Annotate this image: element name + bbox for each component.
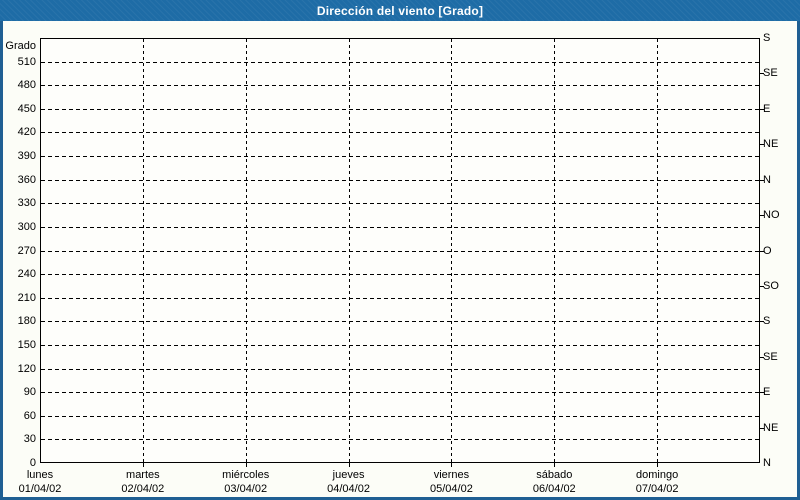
plot-area (40, 38, 760, 463)
x-axis-tick (451, 463, 452, 467)
y-axis-tick-label: 60 (0, 410, 36, 422)
y-axis-tick-label: 150 (0, 339, 36, 351)
compass-direction-label: N (763, 174, 771, 186)
day-date-label: 02/04/02 (88, 483, 198, 496)
compass-direction-label: NE (763, 422, 778, 434)
day-weekday-label: jueves (294, 469, 404, 482)
x-axis-tick (246, 463, 247, 467)
day-weekday-label: lunes (0, 469, 95, 482)
gridline-horizontal (41, 416, 759, 417)
y-axis-tick-label: 480 (0, 79, 36, 91)
compass-direction-label: N (763, 457, 771, 469)
right-axis-tick (760, 428, 764, 429)
compass-direction-label: SE (763, 351, 778, 363)
gridline-horizontal (41, 274, 759, 275)
compass-direction-label: SO (763, 280, 779, 292)
compass-direction-label: O (763, 245, 772, 257)
right-axis-tick (760, 215, 764, 216)
chart-title: Dirección del viento [Grado] (317, 4, 483, 18)
gridline-horizontal (41, 369, 759, 370)
day-date-label: 05/04/02 (396, 483, 506, 496)
y-axis-tick-label: 270 (0, 245, 36, 257)
compass-direction-label: E (763, 103, 770, 115)
y-axis-tick-label: 360 (0, 174, 36, 186)
gridline-vertical (657, 39, 658, 462)
y-axis-tick-label: 180 (0, 315, 36, 327)
gridline-horizontal (41, 345, 759, 346)
y-axis-tick-label: 210 (0, 292, 36, 304)
right-axis-tick (760, 286, 764, 287)
compass-direction-label: SE (763, 67, 778, 79)
y-axis-tick-label: 420 (0, 126, 36, 138)
wind-direction-chart-window: Dirección del viento [Grado] 0 30 60 90 120 1… (0, 0, 800, 500)
day-date-label: 04/04/02 (294, 483, 404, 496)
compass-direction-label: E (763, 386, 770, 398)
right-axis-tick (760, 392, 764, 393)
gridline-horizontal (41, 203, 759, 204)
gridline-horizontal (41, 180, 759, 181)
x-axis-tick (554, 463, 555, 467)
gridline-vertical (451, 39, 452, 462)
day-date-label: 03/04/02 (191, 483, 301, 496)
y-axis-tick-label: 240 (0, 268, 36, 280)
y-axis-tick-label: 90 (0, 386, 36, 398)
x-axis-tick (657, 463, 658, 467)
y-axis-unit-label: Grado (0, 40, 36, 52)
y-axis-tick-label: 390 (0, 150, 36, 162)
day-date-label: 06/04/02 (499, 483, 609, 496)
y-axis-tick-label: 330 (0, 197, 36, 209)
right-axis-tick (760, 180, 764, 181)
gridline-horizontal (41, 85, 759, 86)
day-weekday-label: martes (88, 469, 198, 482)
compass-direction-label: S (763, 32, 770, 44)
gridline-horizontal (41, 298, 759, 299)
right-axis-tick (760, 73, 764, 74)
y-axis-tick-label: 0 (0, 457, 36, 469)
compass-direction-label: NO (763, 209, 780, 221)
gridline-horizontal (41, 156, 759, 157)
gridline-vertical (349, 39, 350, 462)
chart-title-bar: Dirección del viento [Grado] (0, 0, 800, 21)
right-axis-tick (760, 251, 764, 252)
gridline-vertical (143, 39, 144, 462)
y-axis-tick-label: 120 (0, 363, 36, 375)
compass-direction-label: NE (763, 138, 778, 150)
right-axis-tick (760, 144, 764, 145)
gridline-horizontal (41, 109, 759, 110)
gridline-horizontal (41, 251, 759, 252)
y-axis-tick-label: 510 (0, 56, 36, 68)
x-axis-tick (349, 463, 350, 467)
y-axis-tick-label: 450 (0, 103, 36, 115)
y-axis-tick-label: 30 (0, 433, 36, 445)
day-weekday-label: viernes (396, 469, 506, 482)
day-weekday-label: domingo (602, 469, 712, 482)
gridline-horizontal (41, 62, 759, 63)
gridline-vertical (554, 39, 555, 462)
gridline-horizontal (41, 132, 759, 133)
compass-direction-label: S (763, 315, 770, 327)
right-axis-tick (760, 321, 764, 322)
day-weekday-label: miércoles (191, 469, 301, 482)
x-axis-tick (143, 463, 144, 467)
gridline-vertical (246, 39, 247, 462)
day-date-label: 07/04/02 (602, 483, 712, 496)
day-date-label: 01/04/02 (0, 483, 95, 496)
right-axis-tick (760, 109, 764, 110)
day-weekday-label: sábado (499, 469, 609, 482)
gridline-horizontal (41, 321, 759, 322)
gridline-horizontal (41, 227, 759, 228)
gridline-horizontal (41, 392, 759, 393)
gridline-horizontal (41, 439, 759, 440)
right-axis-tick (760, 357, 764, 358)
y-axis-tick-label: 300 (0, 221, 36, 233)
frame-border-left (0, 0, 3, 500)
